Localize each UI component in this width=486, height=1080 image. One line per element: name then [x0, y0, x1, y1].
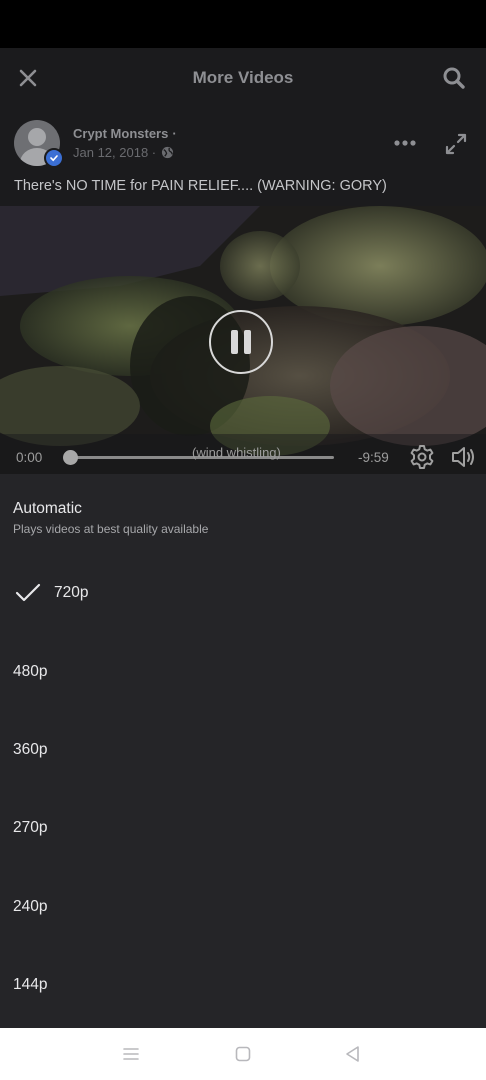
quality-option-label: 480p — [13, 663, 48, 680]
quality-option-label: 360p — [13, 741, 48, 758]
close-button[interactable] — [10, 60, 46, 96]
verified-badge-icon — [44, 148, 64, 168]
automatic-title: Automatic — [13, 500, 82, 517]
author-name[interactable]: Crypt Monsters — [73, 126, 168, 141]
automatic-subtitle: Plays videos at best quality available — [13, 522, 209, 536]
expand-icon[interactable] — [442, 130, 470, 158]
post-caption: There's NO TIME for PAIN RELIEF.... (WAR… — [14, 178, 387, 194]
post-meta: Jan 12, 2018 · — [73, 145, 174, 160]
quality-option-144p[interactable]: 144p — [0, 956, 486, 1016]
elapsed-time: 0:00 — [16, 450, 43, 465]
search-button[interactable] — [436, 60, 472, 96]
quality-option-720p[interactable]: 720p — [0, 564, 486, 624]
quality-option-270p[interactable]: 270p — [0, 799, 486, 859]
search-icon — [443, 67, 465, 89]
remaining-time: -9:59 — [358, 450, 389, 465]
quality-option-label: 144p — [13, 976, 48, 993]
volume-icon[interactable] — [450, 444, 476, 470]
author-separator: · — [172, 126, 177, 141]
menu-icon[interactable] — [119, 1042, 143, 1066]
subtitle-text: (wind whistling) — [192, 445, 281, 460]
quality-menu: Automatic Plays videos at best quality a… — [0, 474, 486, 1028]
post-header: Crypt Monsters · Jan 12, 2018 · There's N… — [0, 108, 486, 206]
author-name-row[interactable]: Crypt Monsters · — [73, 126, 177, 141]
quality-option-240p[interactable]: 240p — [0, 878, 486, 938]
close-icon — [19, 69, 37, 87]
page-title: More Videos — [192, 68, 294, 87]
checkmark-icon — [15, 583, 41, 602]
post-date: Jan 12, 2018 · — [73, 145, 157, 160]
quality-option-label: 720p — [54, 584, 89, 601]
globe-icon — [162, 146, 174, 159]
quality-option-360p[interactable]: 360p — [0, 721, 486, 781]
quality-option-480p[interactable]: 480p — [0, 643, 486, 703]
home-square-icon[interactable] — [231, 1042, 255, 1066]
back-triangle-icon[interactable] — [341, 1042, 365, 1066]
app-header: More Videos — [0, 48, 486, 108]
gear-icon[interactable] — [409, 444, 435, 470]
avatar-head — [28, 128, 46, 146]
player-controls: 0:00 (wind whistling) -9:59 — [0, 440, 486, 474]
system-nav-bar — [0, 1028, 486, 1080]
quality-option-label: 270p — [13, 819, 48, 836]
pause-icon — [231, 330, 251, 354]
scrubber-handle[interactable] — [62, 450, 78, 465]
pause-button[interactable] — [209, 310, 273, 374]
quality-option-label: 240p — [13, 898, 48, 915]
status-bar — [0, 0, 486, 48]
quality-automatic-option[interactable]: Automatic Plays videos at best quality a… — [0, 488, 486, 550]
more-horizontal-icon[interactable] — [390, 132, 420, 154]
